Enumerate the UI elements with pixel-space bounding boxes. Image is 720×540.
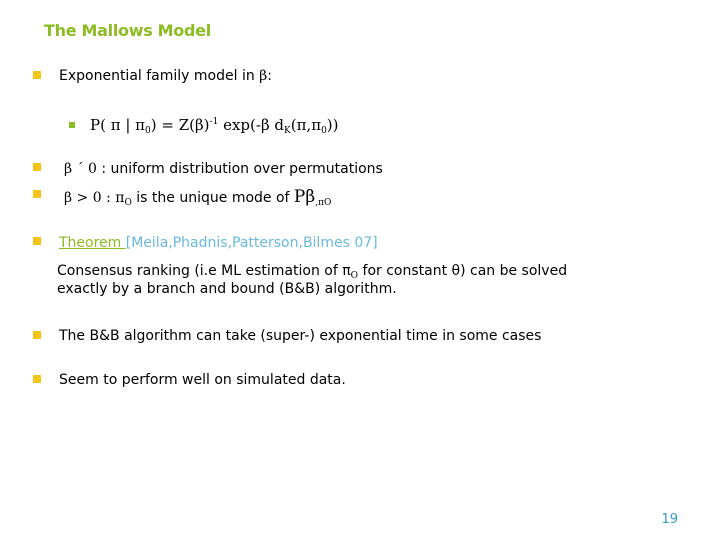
pi-subscript: O	[124, 198, 132, 208]
bullet-bb-exponential: The B&B algorithm can take (super-) expo…	[59, 328, 542, 344]
theorem-line-2: exactly by a branch and bound (B&B) algo…	[57, 281, 397, 297]
beta-condition: β > 0 : π	[64, 190, 125, 206]
formula-part: (π,π	[290, 116, 322, 134]
bullet-text: Exponential family model in	[59, 68, 260, 84]
bullet-text: : uniform distribution over permutations	[96, 161, 383, 177]
bullet-simulated-data: Seem to perform well on simulated data.	[59, 372, 346, 388]
bullet-square-icon	[33, 71, 41, 79]
theorem-line-1: Consensus ranking (i.e ML estimation of …	[57, 262, 568, 281]
bullet-exponential-family: Exponential family model in β:	[59, 67, 272, 85]
bullet-theorem: Theorem [Meila,Phadnis,Patterson,Bilmes …	[59, 234, 378, 252]
theorem-paragraph: Consensus ranking (i.e ML estimation of …	[57, 262, 567, 298]
formula-subscript: K	[283, 126, 291, 136]
formula-part: ) = Z(β)	[150, 116, 210, 134]
bullet-square-icon	[33, 375, 41, 383]
bullet-square-icon	[33, 190, 41, 198]
paragraph-text: Consensus ranking (i.e ML estimation of …	[57, 263, 351, 279]
p-beta: Pβ	[293, 187, 316, 207]
page-number: 19	[661, 512, 678, 527]
sub-bullet-square-icon	[69, 122, 75, 128]
bullet-beta-positive: β > 0 : πO is the unique mode of Pβ,πO	[64, 187, 332, 208]
formula-part: exp(-β d	[218, 116, 284, 134]
theorem-link[interactable]: Theorem	[59, 235, 126, 251]
bullet-suffix: :	[267, 68, 272, 84]
formula-superscript: -1	[209, 117, 219, 127]
bullet-beta-zero: β ´ 0 : uniform distribution over permut…	[64, 160, 383, 178]
bullet-square-icon	[33, 237, 41, 245]
formula-part: P( π | π	[90, 116, 146, 134]
citation-text: [Meila,Phadnis,Patterson,Bilmes 07]	[125, 235, 378, 251]
bullet-square-icon	[33, 331, 41, 339]
slide-title: The Mallows Model	[44, 21, 211, 40]
paragraph-text: for constant θ) can be solved	[358, 263, 568, 279]
beta-condition: β ´ 0	[64, 161, 97, 177]
formula-part: ))	[326, 116, 339, 134]
bullet-square-icon	[33, 163, 41, 171]
mallows-formula: P( π | π0) = Z(β)-1 exp(-β dK(π,π0))	[90, 116, 339, 136]
p-beta-subscript: ,πO	[315, 198, 332, 208]
bullet-text: is the unique mode of	[131, 190, 294, 206]
